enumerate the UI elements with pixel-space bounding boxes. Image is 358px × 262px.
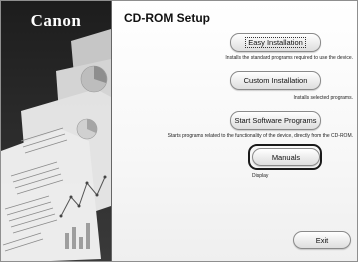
decorative-documents-image [1,29,111,261]
easy-installation-description: Installs the standard programs required … [225,55,353,61]
main-panel: CD-ROM Setup Easy Installation Installs … [112,1,357,261]
manuals-label: Manuals [271,152,301,162]
easy-installation-label: Easy Installation [245,37,306,48]
setup-window: Canon CD-ROM Setup Easy Installation Ins… [0,0,358,262]
custom-installation-button[interactable]: Custom Installation [230,71,321,90]
canon-logo: Canon [30,11,82,30]
page-title: CD-ROM Setup [124,11,210,25]
start-software-programs-description: Starts programs related to the functiona… [167,133,353,139]
manuals-button[interactable]: Manuals [252,148,320,166]
exit-label: Exit [315,235,329,245]
manuals-description: Display [252,173,269,179]
easy-installation-button[interactable]: Easy Installation [230,33,321,52]
start-software-programs-button[interactable]: Start Software Programs [230,111,321,130]
custom-installation-description: Installs selected programs. [293,95,353,101]
exit-button[interactable]: Exit [293,231,351,249]
sidebar-panel: Canon [1,1,112,261]
start-software-programs-label: Start Software Programs [234,116,317,125]
custom-installation-label: Custom Installation [243,76,308,85]
